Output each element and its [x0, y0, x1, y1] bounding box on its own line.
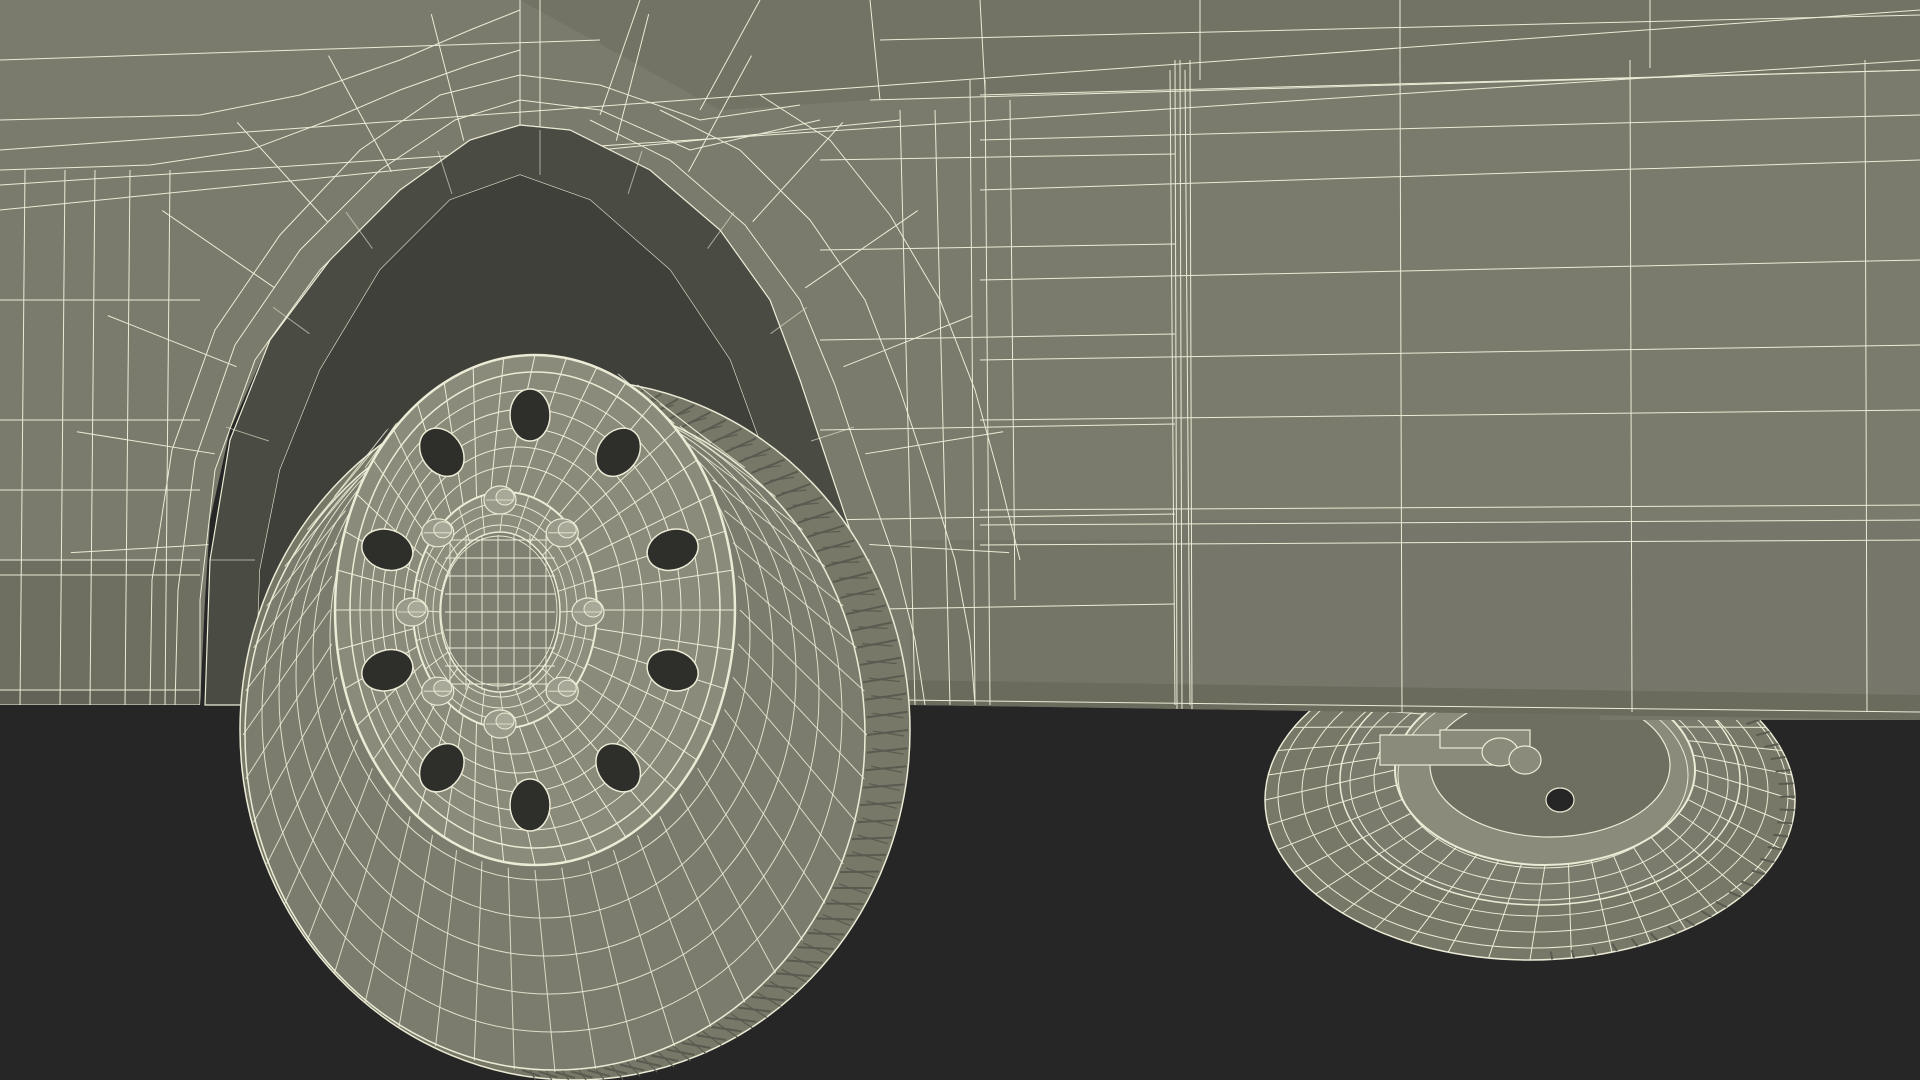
- lug-nut: [545, 518, 579, 548]
- lug-nut: [545, 676, 579, 706]
- lug-nut: [483, 709, 517, 739]
- wireframe-render: [0, 0, 1920, 1080]
- lug-nut: [395, 597, 429, 627]
- rim-hole: [509, 388, 551, 442]
- lug-nut: [421, 676, 455, 706]
- lug-nut: [421, 518, 455, 548]
- lug-nut: [571, 597, 605, 627]
- rim-hole: [509, 778, 551, 832]
- lug-nut: [483, 485, 517, 515]
